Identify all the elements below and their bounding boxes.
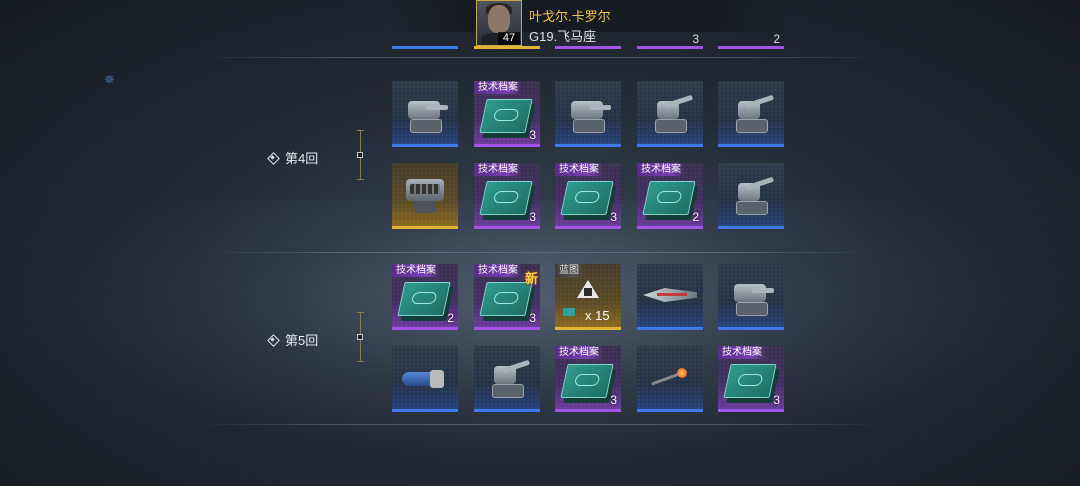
player-avatar[interactable]: 47: [476, 0, 522, 46]
item-category-tag: 技术档案: [474, 264, 522, 277]
diamond-icon: [267, 151, 280, 165]
star-icon: ✵: [104, 72, 115, 87]
item-quantity: 3: [529, 128, 536, 142]
reward-item-card[interactable]: 技术档案 3: [555, 163, 621, 229]
round-bracket: [357, 130, 365, 180]
item-category-tag: 技术档案: [392, 264, 440, 277]
round-5-label: 第5回: [267, 330, 318, 349]
reward-item-card[interactable]: [718, 81, 784, 147]
reward-item-card[interactable]: [392, 346, 458, 412]
reward-item-card[interactable]: [718, 264, 784, 330]
item-category-tag: 技术档案: [555, 163, 603, 176]
item-category-tag: 技术档案: [474, 163, 522, 176]
reward-item-card[interactable]: [474, 346, 540, 412]
reward-item-card[interactable]: [637, 81, 703, 147]
reward-item-card[interactable]: [637, 346, 703, 412]
divider: [200, 252, 880, 253]
previous-item-stub[interactable]: 3: [637, 30, 703, 49]
stub-count: 3: [692, 32, 699, 46]
reward-item-card[interactable]: [555, 81, 621, 147]
item-quantity: 3: [529, 210, 536, 224]
player-name: 叶戈尔.卡罗尔: [529, 9, 611, 24]
divider: [200, 57, 880, 58]
item-quantity-text: x 15: [585, 308, 610, 323]
divider: [200, 424, 880, 425]
reward-item-card[interactable]: 技术档案 3: [474, 81, 540, 147]
item-quantity: 3: [773, 393, 780, 407]
reward-item-card[interactable]: [718, 163, 784, 229]
reward-item-card[interactable]: [637, 264, 703, 330]
reward-item-card[interactable]: 技术档案 2: [637, 163, 703, 229]
item-quantity: 3: [610, 210, 617, 224]
item-category-tag: 技术档案: [555, 346, 603, 359]
item-quantity: 2: [447, 311, 454, 325]
item-category-tag: 技术档案: [718, 346, 766, 359]
reward-item-card[interactable]: [392, 163, 458, 229]
item-category-tag: 技术档案: [474, 81, 522, 94]
reward-item-card[interactable]: 技术档案 3: [474, 163, 540, 229]
item-quantity: 2: [692, 210, 699, 224]
round-title: 第4回: [285, 151, 319, 166]
reward-item-card[interactable]: 技术档案 3: [555, 346, 621, 412]
item-quantity: 3: [610, 393, 617, 407]
reward-item-card[interactable]: 技术档案 3 新: [474, 264, 540, 330]
round-bracket: [357, 312, 365, 362]
item-category-tag: 蓝图: [555, 264, 583, 277]
previous-item-stub[interactable]: [392, 30, 458, 49]
reward-item-card[interactable]: [392, 81, 458, 147]
player-level: 47: [498, 32, 520, 45]
previous-item-stub[interactable]: 2: [718, 30, 784, 49]
diamond-icon: [267, 333, 280, 347]
new-badge: 新: [524, 271, 538, 286]
player-zone: G19.飞马座: [529, 29, 597, 44]
background-haze: [0, 200, 1080, 460]
round-title: 第5回: [285, 333, 319, 348]
round-4-label: 第4回: [267, 148, 318, 167]
stub-count: 2: [773, 32, 780, 46]
item-category-tag: 技术档案: [637, 163, 685, 176]
reward-item-card[interactable]: 蓝图 x 15: [555, 264, 621, 330]
reward-item-card[interactable]: 技术档案 3: [718, 346, 784, 412]
reward-item-card[interactable]: 技术档案 2: [392, 264, 458, 330]
item-quantity: 3: [529, 311, 536, 325]
